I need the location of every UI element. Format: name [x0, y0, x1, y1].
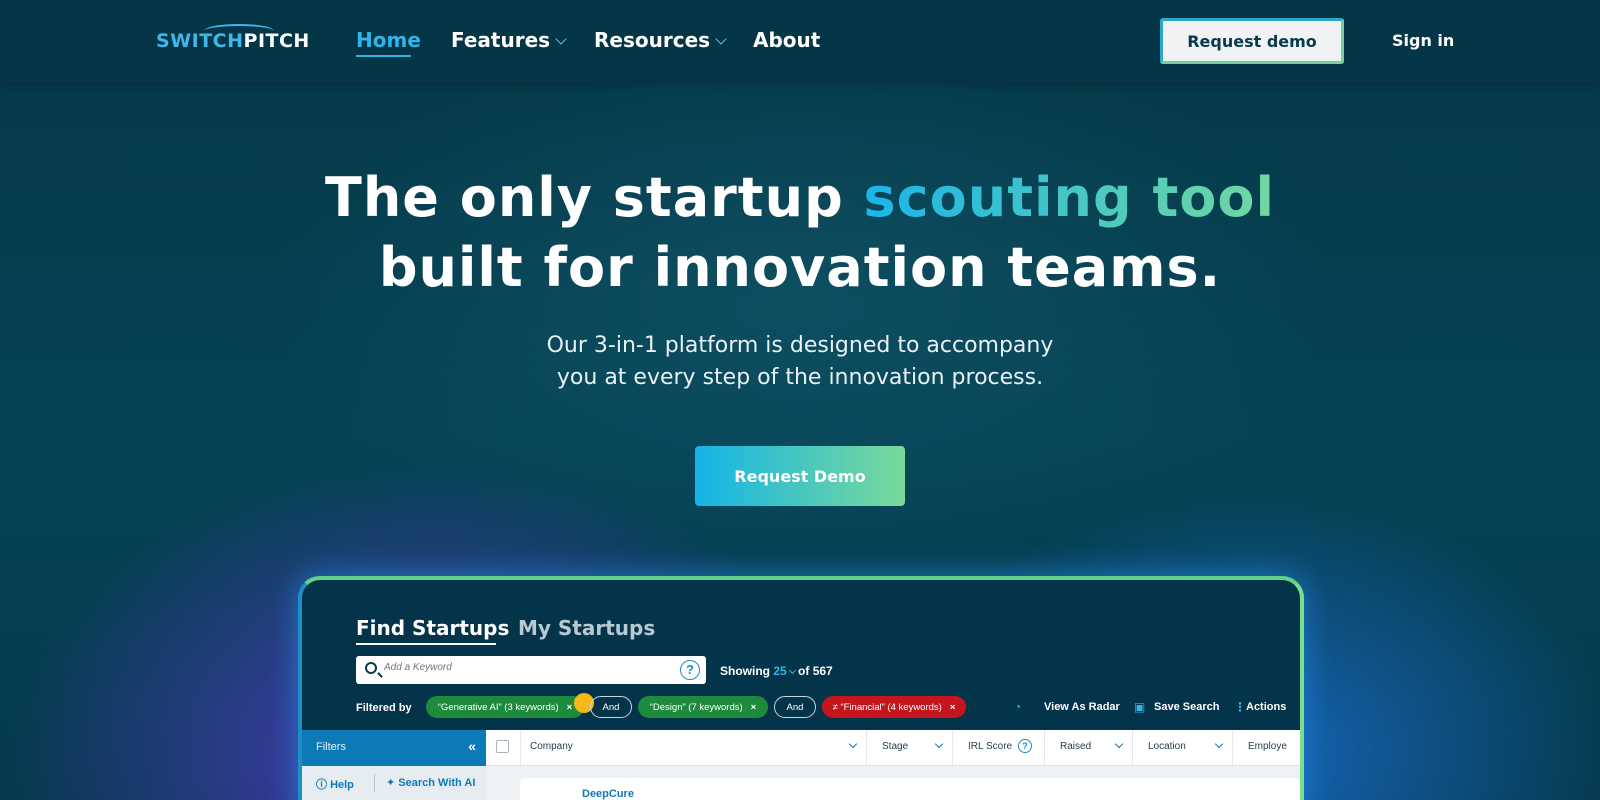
chevron-down-icon[interactable]: [1214, 739, 1224, 749]
divider: [374, 774, 375, 792]
column-company[interactable]: Company: [530, 741, 573, 752]
logo-arc-icon: [204, 24, 274, 38]
switchpitch-logo[interactable]: SWITCHPITCH: [156, 24, 310, 58]
hero-title-highlight: scouting tool: [863, 166, 1275, 229]
app-preview-frame: Find Startups My Startups ? Showing 25 o…: [298, 576, 1304, 800]
divider: [866, 730, 867, 766]
chevron-down-icon: [555, 33, 567, 45]
request-demo-button[interactable]: Request demo: [1160, 18, 1344, 64]
table-body: DeepCure: [486, 766, 1300, 800]
search-icon: [365, 662, 377, 674]
chevron-down-icon: [788, 666, 796, 675]
filter-chip-financial-excluded[interactable]: ≠ “Financial” (4 keywords) ×: [822, 696, 966, 718]
help-icon[interactable]: ?: [680, 660, 700, 680]
chevron-down-icon[interactable]: [848, 739, 858, 749]
hero-request-demo-button[interactable]: Request Demo: [695, 446, 905, 506]
collapse-icon[interactable]: «: [468, 738, 476, 754]
hero-title-line1: The only startup scouting tool: [325, 166, 1275, 229]
divider: [1132, 730, 1133, 766]
top-navbar: SWITCHPITCH Home Features Resources Abou…: [0, 0, 1600, 82]
and-operator-chip[interactable]: And: [774, 696, 816, 718]
close-icon[interactable]: ×: [950, 702, 956, 713]
nav-home[interactable]: Home: [356, 28, 421, 52]
chevron-down-icon: [715, 33, 727, 45]
close-icon[interactable]: ×: [567, 702, 573, 713]
nav-resources[interactable]: Resources: [594, 28, 727, 52]
view-as-radar-button[interactable]: View As Radar: [1044, 701, 1120, 713]
nav-home-underline: [356, 55, 411, 57]
nav-features[interactable]: Features: [451, 28, 567, 52]
divider: [1232, 730, 1233, 766]
filters-panel-header: Filters «: [302, 730, 486, 766]
filter-chip-design[interactable]: “Design” (7 keywords) ×: [638, 696, 768, 718]
table-row[interactable]: DeepCure: [520, 778, 1300, 800]
filters-label: Filters: [316, 741, 346, 753]
nav-about[interactable]: About: [753, 28, 820, 52]
radar-icon: ◔: [1014, 700, 1022, 714]
results-count: Showing 25 of 567: [720, 664, 833, 678]
actions-menu-button[interactable]: Actions: [1246, 701, 1286, 713]
hero-title-line2: built for innovation teams.: [378, 236, 1222, 299]
startups-table: Company Stage IRL Score ? Raised Locatio…: [486, 730, 1300, 800]
tab-find-startups[interactable]: Find Startups: [356, 616, 509, 640]
filters-panel-body: ⓘ Help ✦ Search With AI: [302, 766, 486, 800]
save-search-button[interactable]: Save Search: [1154, 701, 1219, 713]
divider: [952, 730, 953, 766]
divider: [1044, 730, 1045, 766]
keyword-search-input[interactable]: [384, 662, 664, 673]
company-name-link[interactable]: DeepCure: [582, 788, 634, 800]
active-tab-underline: [356, 643, 496, 645]
more-vertical-icon: ⋮: [1234, 700, 1246, 714]
filter-chip-generative-ai[interactable]: “Generative AI” (3 keywords) ×: [426, 696, 584, 718]
help-icon[interactable]: ?: [1018, 739, 1032, 753]
divider: [520, 730, 521, 766]
sign-in-link[interactable]: Sign in: [1392, 31, 1454, 50]
column-location[interactable]: Location: [1148, 741, 1186, 752]
keyword-search-box: ?: [356, 656, 706, 684]
chevron-down-icon[interactable]: [934, 739, 944, 749]
save-icon: ▣: [1134, 700, 1146, 714]
table-header: Company Stage IRL Score ? Raised Locatio…: [486, 730, 1300, 766]
column-stage[interactable]: Stage: [882, 741, 908, 752]
column-employees[interactable]: Employe: [1248, 741, 1287, 752]
page-size-select[interactable]: 25: [773, 664, 786, 678]
select-all-checkbox[interactable]: [496, 740, 509, 753]
and-operator-chip[interactable]: And: [590, 696, 632, 718]
search-with-ai-link[interactable]: ✦ Search With AI: [386, 776, 475, 789]
hero-subtitle: Our 3-in-1 platform is designed to accom…: [546, 333, 1054, 390]
help-link[interactable]: ⓘ Help: [316, 776, 354, 792]
column-raised[interactable]: Raised: [1060, 741, 1091, 752]
column-irl-score[interactable]: IRL Score: [968, 741, 1012, 752]
close-icon[interactable]: ×: [751, 702, 757, 713]
tab-my-startups[interactable]: My Startups: [518, 616, 655, 640]
filtered-by-label: Filtered by: [356, 702, 412, 714]
chevron-down-icon[interactable]: [1114, 739, 1124, 749]
